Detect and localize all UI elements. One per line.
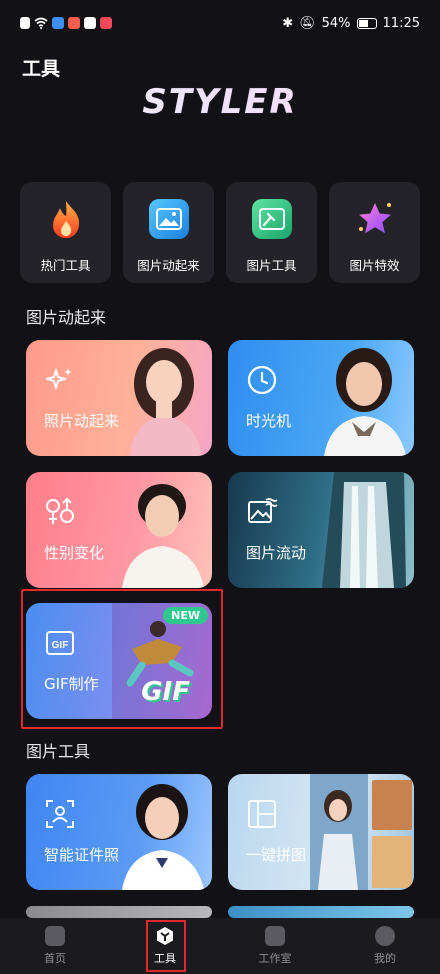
section-title-animate: 图片动起来 [26,308,107,327]
card-gender-change[interactable]: 性别变化 [26,472,212,588]
app-notification-icon [52,17,64,29]
bottom-tab-bar: 首页 工具 工作室 我的 [0,918,440,974]
selection-highlight [146,920,186,972]
card-label: 性别变化 [44,544,105,562]
category-image-tools[interactable]: 图片工具 [226,182,317,283]
image-animate-icon [148,199,189,239]
sparkle-icon [46,368,72,389]
category-row: 热门工具 图片动起来 图片工具 图片特效 [20,182,420,283]
studio-icon [265,926,285,946]
tab-label: 我的 [374,952,396,965]
app-notification-icon [100,17,112,29]
waterfall-image [322,472,406,588]
portrait-image [324,348,406,456]
clock-time: 11:25 [382,15,420,31]
category-label: 图片动起来 [137,258,200,273]
card-label: 时光机 [246,412,292,430]
gender-icon [46,497,74,524]
tab-home[interactable]: 首页 [0,918,110,974]
category-label: 图片工具 [246,258,297,273]
star-effects-icon [355,199,395,239]
tab-label: 工作室 [258,952,292,965]
card-time-machine[interactable]: 时光机 [228,340,414,456]
category-label: 图片特效 [349,258,400,273]
card-collage[interactable]: 一键拼图 [228,774,414,890]
image-flow-icon [248,498,278,523]
app-notification-icon [68,17,80,29]
status-notification-icons [20,17,112,29]
selection-highlight [21,589,223,729]
tab-profile[interactable]: 我的 [330,918,440,974]
card-label: 图片流动 [246,544,307,562]
card-photo-animate[interactable]: 照片动起来 [26,340,212,456]
mute-icon: 🔕︎ [299,15,316,31]
card-image-flow[interactable]: 图片流动 [228,472,414,588]
profile-icon [375,926,395,946]
tab-studio[interactable]: 工作室 [220,918,330,974]
flame-icon [46,199,86,239]
card-label: 智能证件照 [44,846,120,864]
notification-icon [20,17,30,29]
category-image-animate[interactable]: 图片动起来 [123,182,214,283]
battery-percent: 54% [321,15,351,31]
card-next-partial[interactable] [228,906,414,918]
image-tools-icon [251,199,292,239]
status-bar: ✱ 🔕︎ 54% 11:25 [0,0,440,46]
brand-logo: STYLER [0,82,440,122]
portrait-image [122,784,204,890]
id-photo-icon [46,800,74,828]
category-image-effects[interactable]: 图片特效 [329,182,420,283]
portrait-image [122,484,204,588]
tab-label: 首页 [44,952,66,965]
card-id-photo[interactable]: 智能证件照 [26,774,212,890]
wifi-icon [34,17,48,29]
portrait-image [130,348,202,456]
home-icon [45,926,65,946]
wechat-icon [84,17,96,29]
battery-icon [356,17,377,29]
page-title: 工具 [22,58,61,80]
clock-icon [247,365,277,395]
category-hot-tools[interactable]: 热门工具 [20,182,111,283]
collage-icon [248,800,276,828]
collage-image [310,774,412,890]
card-label: 一键拼图 [246,846,307,864]
category-label: 热门工具 [40,258,91,273]
card-label: 照片动起来 [44,412,120,430]
section-title-tools: 图片工具 [26,742,91,761]
card-next-partial[interactable] [26,906,212,918]
bluetooth-icon: ✱ [282,15,294,31]
